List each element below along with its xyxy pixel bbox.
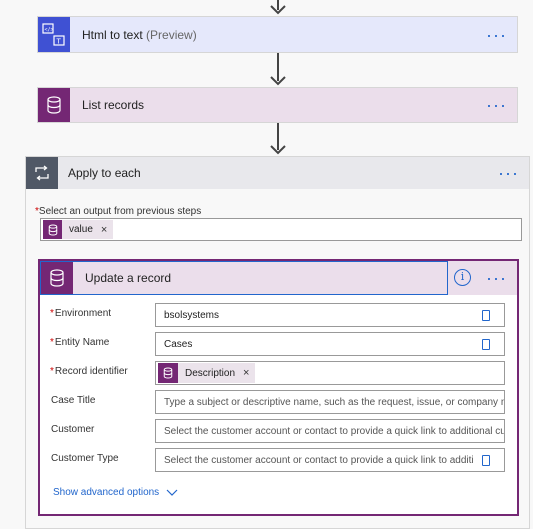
field-value: Select the customer account or contact t…: [164, 426, 504, 437]
show-advanced-label: Show advanced options: [53, 487, 160, 498]
field-input[interactable]: bsolsystems: [155, 303, 505, 327]
apply-to-each-title: Apply to each: [68, 166, 141, 180]
preview-badge: (Preview): [146, 27, 197, 42]
field-value: Cases: [164, 339, 193, 350]
select-output-label: *Select an output from previous steps: [35, 206, 202, 217]
connector-arrow: [268, 53, 288, 87]
field-row: *Record identifier Description ×: [40, 361, 517, 385]
field-label: *Entity Name: [50, 337, 110, 348]
record-identifier-input[interactable]: Description ×: [155, 361, 505, 385]
field-input[interactable]: Select the customer account or contact t…: [155, 419, 505, 443]
list-records-title: List records: [82, 98, 145, 112]
step-title: Html to text (Preview): [82, 28, 197, 42]
update-record-card: Update a record i ··· *Environment bsolsy…: [38, 259, 519, 516]
field-label: Customer Type: [51, 453, 119, 464]
update-record-header[interactable]: Update a record i ···: [40, 261, 517, 295]
description-token[interactable]: Description ×: [158, 363, 256, 383]
field-value: bsolsystems: [164, 310, 220, 321]
more-options-button[interactable]: ···: [486, 26, 507, 44]
field-value: Type a subject or descriptive name, such…: [164, 397, 504, 408]
more-options-button[interactable]: ···: [486, 96, 507, 114]
remove-token-icon[interactable]: ×: [101, 224, 107, 236]
html-to-text-title: Html to text: [82, 27, 143, 42]
html-to-text-step[interactable]: </> T Html to text (Preview) ···: [37, 16, 518, 53]
field-row: *Entity Name Cases: [40, 332, 517, 356]
remove-token-icon[interactable]: ×: [243, 367, 249, 379]
database-icon: [43, 220, 62, 239]
field-label: *Environment: [50, 308, 112, 319]
field-input[interactable]: Cases: [155, 332, 505, 356]
update-record-title-box[interactable]: Update a record: [40, 261, 448, 295]
value-token-label: value: [69, 224, 93, 235]
info-icon[interactable]: i: [454, 269, 471, 286]
field-row: *Environment bsolsystems: [40, 303, 517, 327]
field-label: *Record identifier: [50, 366, 128, 377]
update-record-title: Update a record: [85, 271, 172, 285]
dynamic-content-icon[interactable]: [482, 455, 490, 466]
database-icon: [41, 262, 73, 294]
more-options-button[interactable]: ···: [498, 164, 519, 182]
chevron-down-icon: [166, 489, 178, 496]
connector-arrow: [268, 123, 288, 156]
field-row: Case Title Type a subject or descriptive …: [40, 390, 517, 414]
field-input[interactable]: Select the customer account or contact t…: [155, 448, 505, 472]
field-label: Case Title: [51, 395, 96, 406]
list-records-step[interactable]: List records ···: [37, 87, 518, 123]
database-icon: [158, 363, 178, 383]
show-advanced-options-link[interactable]: Show advanced options: [53, 487, 178, 498]
description-token-label: Description: [185, 367, 236, 379]
field-row: Customer Type Select the customer account…: [40, 448, 517, 472]
field-value: Select the customer account or contact t…: [164, 455, 474, 466]
apply-to-each-header[interactable]: Apply to each ···: [26, 157, 529, 189]
svg-text:</>: </>: [45, 27, 54, 33]
field-label: Customer: [51, 424, 95, 435]
select-output-input[interactable]: value ×: [40, 218, 522, 241]
dynamic-content-icon[interactable]: [482, 310, 490, 321]
field-row: Customer Select the customer account or c…: [40, 419, 517, 443]
database-icon: [38, 88, 70, 122]
html-to-text-icon: </> T: [38, 17, 70, 52]
connector-arrow-top: [268, 0, 288, 16]
more-options-button[interactable]: ···: [486, 269, 507, 287]
apply-to-each-container: Apply to each ··· *Select an output from…: [25, 156, 530, 529]
svg-text:T: T: [56, 37, 62, 45]
loop-icon: [26, 157, 58, 189]
field-input[interactable]: Type a subject or descriptive name, such…: [155, 390, 505, 414]
value-token[interactable]: value ×: [43, 220, 114, 239]
dynamic-content-icon[interactable]: [482, 339, 490, 350]
